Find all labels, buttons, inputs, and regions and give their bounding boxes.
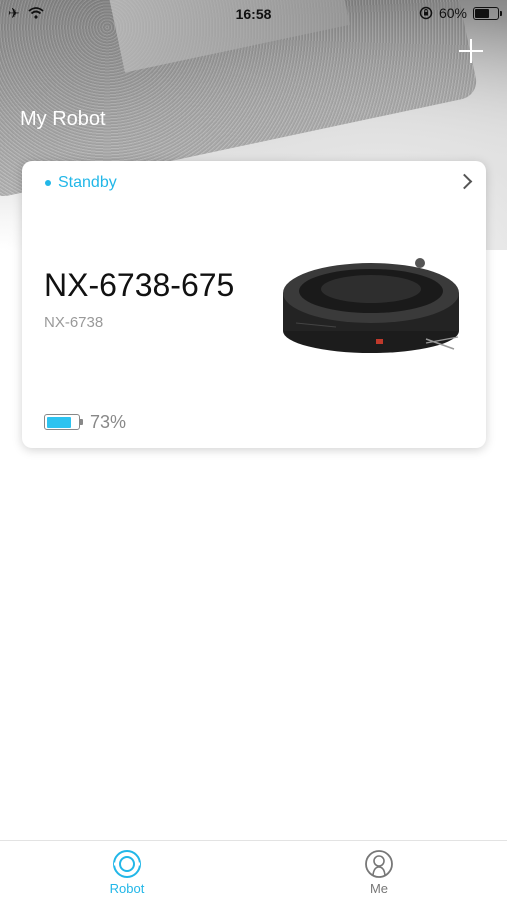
battery-fill xyxy=(46,416,72,428)
robot-card[interactable]: Standby NX-6738-675 NX-6738 73% xyxy=(22,161,486,448)
robot-model: NX-6738 xyxy=(44,314,104,331)
rotation-lock-icon xyxy=(419,6,433,20)
status-bar: ✈ 16:58 60% xyxy=(0,0,507,28)
tab-robot-label: Robot xyxy=(109,881,145,896)
robot-icon xyxy=(113,850,141,878)
user-icon xyxy=(365,850,393,878)
robot-vacuum-image xyxy=(283,258,459,353)
battery-percent: 60% xyxy=(438,5,467,21)
robot-name: NX-6738-675 xyxy=(44,267,235,303)
status-right: 60% xyxy=(419,5,502,21)
tab-me[interactable]: Me xyxy=(339,849,419,896)
battery-level: 73% xyxy=(90,412,127,432)
chevron-right-icon[interactable] xyxy=(456,173,473,190)
tab-robot[interactable]: Robot xyxy=(87,849,167,896)
battery-icon xyxy=(44,414,80,430)
tab-me-label: Me xyxy=(369,881,389,896)
battery-icon xyxy=(473,6,502,20)
status-dot-icon xyxy=(45,180,51,186)
page-title: My Robot xyxy=(20,108,106,130)
robot-status: Standby xyxy=(58,174,117,191)
add-robot-button[interactable] xyxy=(458,38,484,64)
battery-cap xyxy=(80,419,83,425)
battery-fill xyxy=(475,8,490,18)
tab-bar: Robot Me xyxy=(0,840,507,901)
